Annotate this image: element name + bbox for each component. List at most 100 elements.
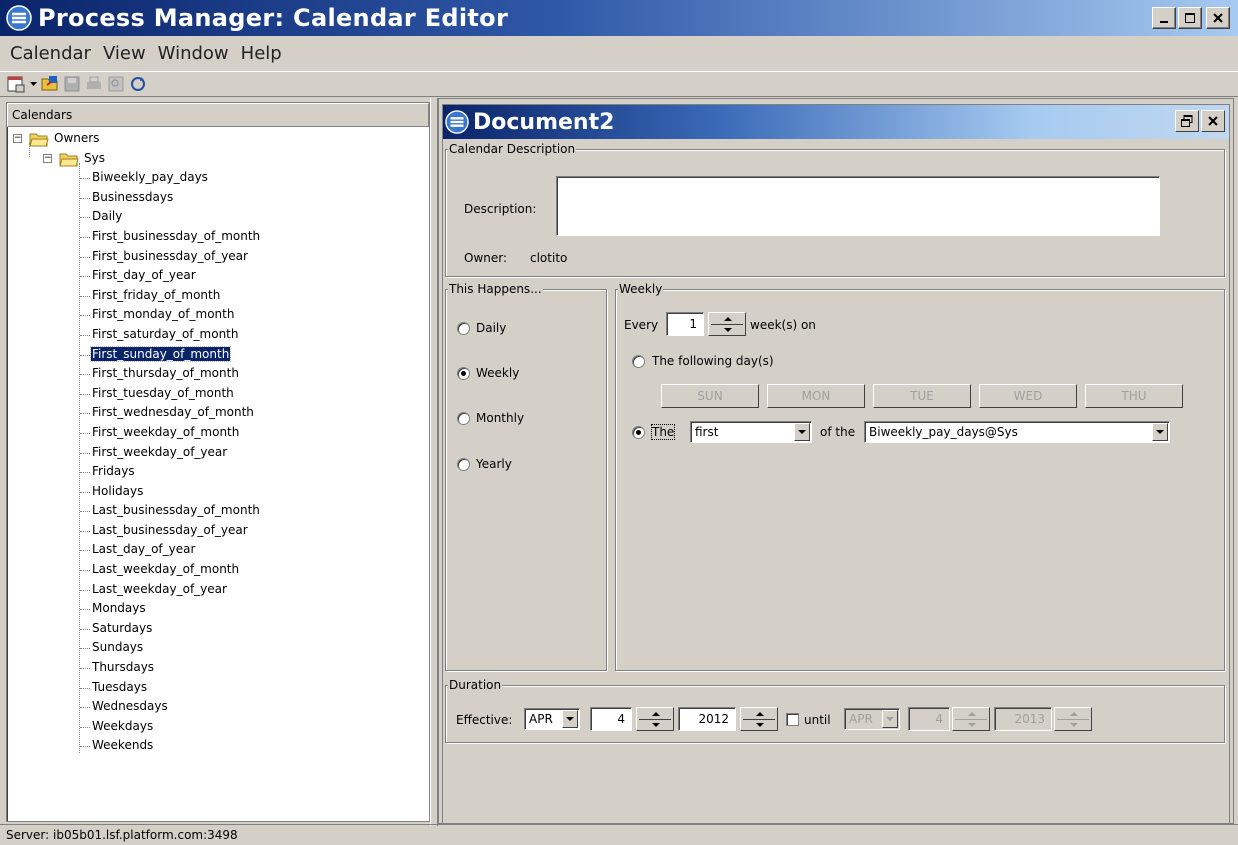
spin-down-icon[interactable] — [968, 723, 976, 727]
save-button[interactable] — [62, 74, 82, 94]
maximize-button[interactable] — [1178, 7, 1202, 29]
tree-item-calendar[interactable]: Wednesdays — [7, 697, 429, 717]
chevron-down-icon[interactable] — [562, 710, 578, 728]
document-title-bar[interactable]: Document2 — [443, 105, 1229, 139]
monthly-radio[interactable] — [457, 412, 470, 425]
day-button-tue[interactable]: TUE — [873, 384, 971, 408]
until-label[interactable]: until — [804, 713, 831, 727]
tree-item-calendar[interactable]: Last_businessday_of_year — [7, 521, 429, 541]
every-weeks-spinner[interactable] — [708, 312, 746, 336]
menu-view[interactable]: View — [97, 43, 152, 64]
minimize-button[interactable] — [1152, 7, 1176, 29]
close-button[interactable] — [1206, 7, 1230, 29]
spin-up-icon[interactable] — [968, 712, 976, 716]
weekly-label[interactable]: Weekly — [476, 366, 519, 380]
tree-item-calendar[interactable]: First_sunday_of_month — [7, 345, 429, 365]
spin-down-icon[interactable] — [756, 723, 764, 727]
weekly-radio[interactable] — [457, 367, 470, 380]
start-month-select[interactable]: APR — [524, 708, 580, 730]
tree-item-calendar[interactable]: Biweekly_pay_days — [7, 168, 429, 188]
spin-up-icon[interactable] — [652, 712, 660, 716]
start-day-spinner[interactable] — [636, 707, 674, 731]
end-year-field[interactable]: 2013 — [994, 707, 1052, 731]
preview-button[interactable] — [106, 74, 126, 94]
collapse-icon[interactable]: − — [43, 153, 52, 163]
start-year-spinner[interactable] — [740, 707, 778, 731]
tree-item-calendar[interactable]: Last_weekday_of_month — [7, 560, 429, 580]
day-button-thu[interactable]: THU — [1085, 384, 1183, 408]
tree-item-calendar[interactable]: Weekdays — [7, 717, 429, 737]
tree-item-calendar[interactable]: First_wednesday_of_month — [7, 403, 429, 423]
day-button-sun[interactable]: SUN — [661, 384, 759, 408]
tree-node-sys[interactable]: − Sys — [7, 149, 429, 169]
restore-button[interactable] — [1175, 110, 1199, 132]
tree-item-calendar[interactable]: First_businessday_of_year — [7, 247, 429, 267]
tree-item-calendar[interactable]: First_friday_of_month — [7, 286, 429, 306]
monthly-label[interactable]: Monthly — [476, 411, 524, 425]
app-title-bar[interactable]: Process Manager: Calendar Editor — [0, 0, 1238, 36]
new-calendar-button[interactable] — [6, 74, 26, 94]
start-year-field[interactable]: 2012 — [678, 707, 736, 731]
tree-item-calendar[interactable]: First_weekday_of_month — [7, 423, 429, 443]
tree-item-calendar[interactable]: First_tuesday_of_month — [7, 384, 429, 404]
refresh-button[interactable] — [128, 74, 148, 94]
spin-down-icon[interactable] — [1070, 723, 1078, 727]
following-days-radio[interactable] — [632, 355, 645, 368]
collapse-icon[interactable]: − — [13, 134, 22, 143]
tree-item-calendar[interactable]: First_weekday_of_year — [7, 443, 429, 463]
spin-up-icon[interactable] — [1070, 712, 1078, 716]
tree-item-calendar[interactable]: Thursdays — [7, 658, 429, 678]
tree-item-calendar[interactable]: Daily — [7, 207, 429, 227]
daily-label[interactable]: Daily — [476, 321, 506, 335]
menu-help[interactable]: Help — [235, 43, 288, 64]
menu-calendar[interactable]: Calendar — [4, 43, 97, 64]
yearly-radio[interactable] — [457, 458, 470, 471]
tree-item-calendar[interactable]: Fridays — [7, 462, 429, 482]
tree-item-calendar[interactable]: First_saturday_of_month — [7, 325, 429, 345]
spin-down-icon[interactable] — [724, 328, 732, 332]
description-field[interactable] — [556, 176, 1160, 236]
yearly-label[interactable]: Yearly — [476, 457, 512, 471]
tree-item-calendar[interactable]: Businessdays — [7, 188, 429, 208]
chevron-down-icon[interactable] — [1152, 423, 1168, 441]
every-weeks-field[interactable]: 1 — [666, 312, 704, 336]
day-button-wed[interactable]: WED — [979, 384, 1077, 408]
chevron-down-icon[interactable] — [882, 710, 898, 728]
tree-item-calendar[interactable]: Last_day_of_year — [7, 540, 429, 560]
the-radio[interactable] — [632, 426, 645, 439]
calendar-select[interactable]: Biweekly_pay_days@Sys — [864, 421, 1170, 443]
the-label[interactable]: The — [650, 424, 676, 440]
spin-down-icon[interactable] — [652, 723, 660, 727]
following-days-label[interactable]: The following day(s) — [652, 354, 774, 368]
tree-item-calendar[interactable]: Tuesdays — [7, 678, 429, 698]
document-close-button[interactable] — [1201, 110, 1225, 132]
tree-item-calendar[interactable]: Last_weekday_of_year — [7, 580, 429, 600]
spin-up-icon[interactable] — [724, 317, 732, 321]
tree-item-calendar[interactable]: First_day_of_year — [7, 266, 429, 286]
end-year-spinner[interactable] — [1054, 707, 1092, 731]
tree-item-calendar[interactable]: Weekends — [7, 736, 429, 756]
tree-item-calendar[interactable]: Last_businessday_of_month — [7, 501, 429, 521]
spin-up-icon[interactable] — [756, 712, 764, 716]
tree-item-calendar[interactable]: Holidays — [7, 482, 429, 502]
tree-item-calendar[interactable]: Mondays — [7, 599, 429, 619]
open-button[interactable] — [40, 74, 60, 94]
ordinal-select[interactable]: first — [690, 421, 812, 443]
tree-item-calendar[interactable]: First_thursday_of_month — [7, 364, 429, 384]
tree-item-calendar[interactable]: First_businessday_of_month — [7, 227, 429, 247]
daily-radio[interactable] — [457, 322, 470, 335]
tree-item-calendar[interactable]: Sundays — [7, 638, 429, 658]
chevron-down-icon[interactable] — [794, 423, 810, 441]
print-button[interactable] — [84, 74, 104, 94]
tree-item-calendar[interactable]: Saturdays — [7, 619, 429, 639]
tree-node-owners[interactable]: − Owners — [7, 129, 429, 149]
menu-window[interactable]: Window — [152, 43, 235, 64]
day-button-mon[interactable]: MON — [767, 384, 865, 408]
tree-item-calendar[interactable]: First_monday_of_month — [7, 305, 429, 325]
end-day-field[interactable]: 4 — [908, 707, 950, 731]
end-day-spinner[interactable] — [952, 707, 990, 731]
end-month-select[interactable]: APR — [844, 708, 900, 730]
until-checkbox[interactable] — [786, 713, 799, 726]
panel-splitter[interactable] — [430, 98, 438, 826]
start-day-field[interactable]: 4 — [590, 707, 632, 731]
